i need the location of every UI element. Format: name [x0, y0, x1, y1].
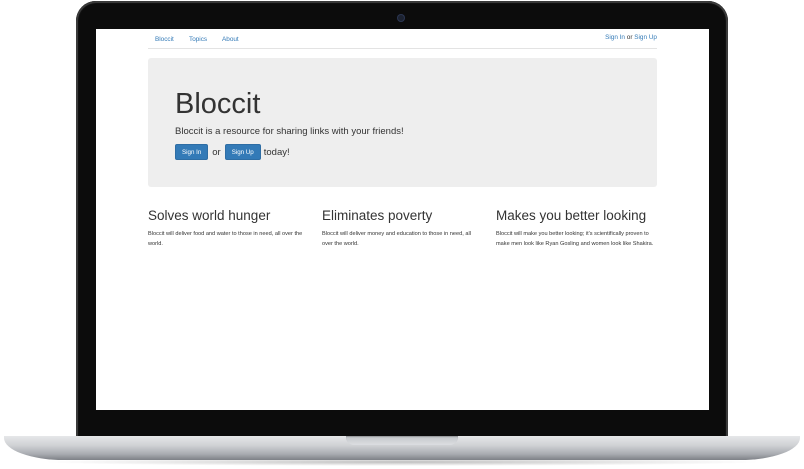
laptop-notch — [346, 436, 458, 445]
feature-column: Makes you better looking Bloccit will ma… — [496, 208, 659, 249]
nav-or-text: or — [626, 34, 633, 41]
hero-actions: Sign In or Sign Up today! — [175, 144, 290, 160]
nav-topics-link[interactable]: Topics — [189, 36, 207, 43]
nav-brand-link[interactable]: Bloccit — [155, 36, 174, 43]
hero-lead: Bloccit is a resource for sharing links … — [175, 126, 404, 137]
feature-title: Makes you better looking — [496, 208, 647, 223]
nav-auth: Sign In or Sign Up — [605, 34, 657, 41]
jumbotron: Bloccit Bloccit is a resource for sharin… — [148, 58, 657, 187]
hero-title: Bloccit — [175, 88, 261, 120]
feature-title: Eliminates poverty — [322, 208, 433, 223]
nav-sign-up-link[interactable]: Sign Up — [634, 34, 657, 41]
feature-column: Solves world hunger Bloccit will deliver… — [148, 208, 308, 249]
sign-up-button[interactable]: Sign Up — [224, 144, 261, 160]
camera-icon — [397, 14, 405, 22]
feature-title: Solves world hunger — [148, 208, 271, 223]
hero-suffix-text: today! — [263, 146, 290, 158]
navbar: Bloccit Topics About Sign In or Sign Up — [148, 29, 657, 49]
feature-text: Bloccit will make you better looking; it… — [496, 231, 654, 247]
hero-or-text: or — [212, 146, 221, 158]
sign-in-button[interactable]: Sign In — [175, 144, 209, 160]
screen: Bloccit Topics About Sign In or Sign Up … — [96, 29, 709, 410]
nav-sign-in-link[interactable]: Sign In — [605, 34, 625, 41]
feature-text: Bloccit will deliver money and education… — [322, 231, 471, 247]
feature-text: Bloccit will deliver food and water to t… — [148, 231, 303, 247]
feature-column: Eliminates poverty Bloccit will deliver … — [322, 208, 482, 249]
nav-about-link[interactable]: About — [222, 36, 239, 43]
